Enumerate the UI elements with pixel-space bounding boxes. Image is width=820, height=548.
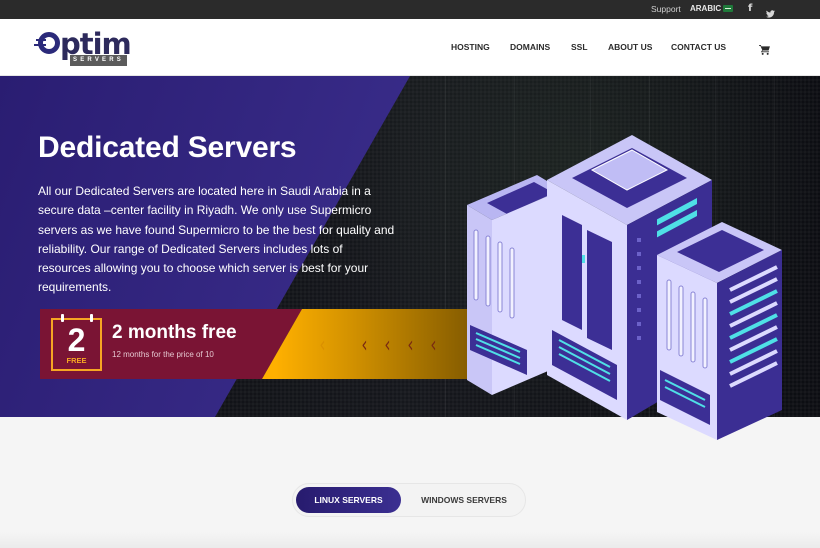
calendar-icon: 2 FREE [51,314,102,371]
chevron-left-icon: ‹ [319,333,326,358]
logo-tagline: SERVERS [70,55,127,66]
facebook-icon[interactable]: f [748,3,752,14]
promo-banner[interactable]: 2 FREE 2 months free 12 months for the p… [40,309,510,379]
cart-icon[interactable] [759,42,770,60]
chevron-left-icon: ‹ [407,333,414,358]
nav-ssl[interactable]: SSL [571,42,588,52]
nav-contact-us[interactable]: CONTACT US [671,42,726,52]
site-header: ptim SERVERS HOSTING DOMAINS SSL ABOUT U… [0,19,820,76]
nav-hosting[interactable]: HOSTING [451,42,490,52]
chevron-left-icon: ‹ [430,333,437,358]
calendar-number: 2 [67,322,86,358]
optim-servers-logo[interactable]: ptim SERVERS [34,27,132,69]
nav-about-us[interactable]: ABOUT US [608,42,652,52]
logo-o-icon [38,32,60,54]
hero-title: Dedicated Servers [38,131,297,164]
support-link[interactable]: Support [651,4,681,14]
server-type-tabs: LINUX SERVERS WINDOWS SERVERS [292,483,526,517]
language-arabic-link[interactable]: ARABIC [690,4,721,13]
tab-windows-servers[interactable]: WINDOWS SERVERS [405,487,523,513]
servers-illustration [467,135,782,440]
calendar-label: FREE [66,356,87,365]
promo-subtitle: 12 months for the price of 10 [112,350,214,359]
chevron-left-icon: ‹ [361,333,368,358]
logo-speed-line [34,44,46,46]
logo-speed-line [36,39,46,41]
server-tower-right [657,222,782,440]
top-bar: Support ARABIC f [0,0,820,19]
nav-domains[interactable]: DOMAINS [510,42,550,52]
saudi-flag-icon[interactable] [723,5,733,12]
calendar-ring [61,314,64,322]
content-cards-edge [0,532,820,548]
hero-description: All our Dedicated Servers are located he… [38,184,395,295]
chevron-left-icon: ‹ [384,333,391,358]
promo-title: 2 months free [112,322,237,343]
calendar-ring [90,314,93,322]
tab-linux-servers[interactable]: LINUX SERVERS [296,487,401,513]
